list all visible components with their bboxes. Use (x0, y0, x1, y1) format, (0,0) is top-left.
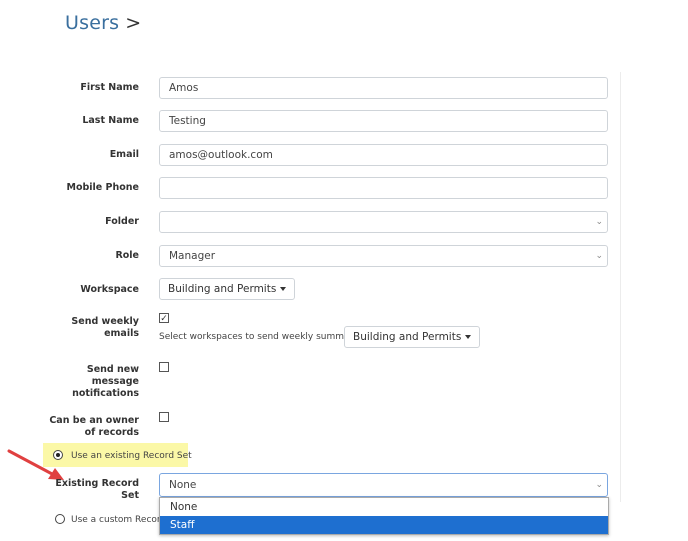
folder-select[interactable]: ⌄ (159, 211, 608, 233)
record-owner-label-line1: Can be an owner (49, 415, 139, 426)
chevron-down-icon: ⌄ (595, 480, 603, 490)
new-message-label: Send new message notifications (72, 364, 139, 400)
new-message-label-line1: Send new (86, 364, 139, 375)
first-name-field[interactable]: Amos (159, 77, 608, 99)
weekly-emails-label-line1: Send weekly (71, 316, 139, 327)
mobile-phone-label: Mobile Phone (66, 182, 139, 193)
workspace-dropdown-button[interactable]: Building and Permits (159, 278, 296, 300)
record-owner-label: Can be an owner of records (49, 415, 139, 439)
weekly-emails-checkbox[interactable]: ✓ (159, 313, 169, 323)
record-owner-checkbox[interactable] (159, 412, 169, 422)
caret-down-icon (465, 335, 472, 339)
existing-record-set-label-line2: Set (121, 490, 139, 501)
record-set-option-none[interactable]: None (160, 498, 608, 516)
record-owner-label-line2: of records (84, 427, 139, 438)
chevron-down-icon: ⌄ (595, 251, 603, 261)
new-message-label-line3: notifications (72, 388, 139, 399)
role-value: Manager (169, 250, 216, 262)
existing-record-set-label-line1: Existing Record (55, 478, 139, 489)
folder-label: Folder (105, 216, 139, 227)
weekly-emails-label: Send weekly emails (71, 316, 139, 340)
breadcrumb-users[interactable]: Users (65, 12, 119, 34)
custom-record-set-radio[interactable] (55, 514, 65, 524)
role-select[interactable]: Manager ⌄ (159, 245, 608, 267)
caret-down-icon (280, 287, 287, 291)
existing-record-set-option-label: Use an existing Record Set (71, 451, 192, 461)
workspace-label: Workspace (80, 284, 139, 295)
existing-record-set-value: None (169, 479, 197, 491)
breadcrumb-separator: > (125, 12, 142, 34)
mobile-phone-field[interactable] (159, 177, 608, 199)
email-field[interactable]: amos@outlook.com (159, 144, 608, 166)
page-title: Users > (65, 12, 141, 34)
weekly-emails-label-line2: emails (104, 328, 139, 339)
existing-record-set-select[interactable]: None ⌄ (159, 473, 608, 497)
last-name-field[interactable]: Testing (159, 110, 608, 132)
panel-border (620, 72, 621, 502)
chevron-down-icon: ⌄ (595, 217, 603, 227)
email-label: Email (109, 149, 139, 160)
record-set-option-staff[interactable]: Staff (160, 516, 608, 534)
existing-record-set-label: Existing Record Set (55, 478, 139, 502)
first-name-label: First Name (80, 82, 139, 93)
new-message-checkbox[interactable] (159, 362, 169, 372)
workspace-value: Building and Permits (168, 283, 277, 295)
new-message-label-line2: message (91, 376, 139, 387)
weekly-summary-workspace-button[interactable]: Building and Permits (344, 326, 481, 348)
last-name-label: Last Name (82, 115, 139, 126)
weekly-summary-workspace-value: Building and Permits (353, 331, 462, 343)
role-label: Role (115, 250, 139, 261)
record-set-dropdown-list: None Staff (159, 497, 609, 535)
